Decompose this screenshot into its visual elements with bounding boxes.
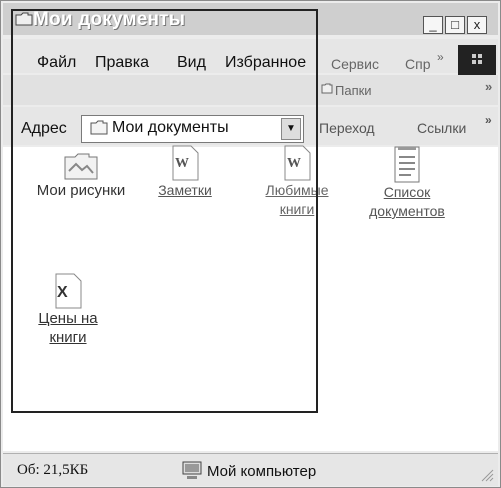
file-label: Список документов	[369, 184, 445, 219]
file-label: Мои рисунки	[36, 182, 126, 199]
file-item-notes[interactable]: W Заметки	[145, 145, 225, 200]
address-field[interactable]: Мои документы ▼	[81, 115, 304, 143]
file-item-my-pictures[interactable]: Мои рисунки	[21, 151, 141, 200]
menu-edit[interactable]: Правка	[95, 54, 149, 72]
file-item-favorite-books[interactable]: W Любимые книги	[255, 145, 339, 219]
status-bar: Об: 21,5КБ Мой компьютер	[3, 453, 498, 486]
address-dropdown-button[interactable]: ▼	[281, 118, 301, 140]
folders-icon	[321, 83, 333, 94]
address-bar: Адрес Мои документы ▼ Переход Ссылки »	[3, 107, 498, 145]
minimize-button[interactable]: _	[423, 16, 443, 34]
svg-text:W: W	[175, 156, 189, 171]
resize-grip-icon[interactable]	[480, 468, 494, 482]
status-size: Об: 21,5КБ	[17, 462, 89, 478]
file-label: Любимые книги	[265, 182, 329, 217]
links-button[interactable]: Ссылки	[417, 120, 466, 136]
folder-icon	[15, 12, 33, 26]
close-button[interactable]: x	[467, 16, 487, 34]
menu-file[interactable]: Файл	[37, 54, 76, 72]
status-location: Мой компьютер	[179, 460, 329, 482]
address-label: Адрес	[21, 120, 67, 137]
maximize-button[interactable]: □	[445, 16, 465, 34]
file-item-book-prices[interactable]: X Цены на книги	[23, 273, 113, 347]
menu-favorites[interactable]: Избранное	[225, 54, 306, 72]
excel-document-icon: X	[55, 273, 82, 309]
links-overflow-chevron[interactable]: »	[485, 113, 492, 127]
explorer-window: Мои документы _ □ x Файл Правка Вид Избр…	[0, 0, 501, 488]
word-document-icon: W	[172, 145, 199, 181]
file-label: Цены на книги	[38, 310, 98, 346]
text-document-icon	[394, 146, 420, 183]
folders-button[interactable]: Папки	[335, 83, 372, 98]
menu-overflow-chevron[interactable]: »	[437, 50, 444, 64]
file-list-pane: Мои рисунки W Заметки W Любимые книги Сп…	[3, 145, 498, 451]
windows-logo-icon	[458, 45, 496, 75]
menu-tools[interactable]: Сервис	[331, 56, 379, 72]
go-button[interactable]: Переход	[319, 120, 375, 136]
standard-toolbar: Папки »	[3, 75, 498, 105]
address-value: Мои документы	[112, 119, 229, 136]
toolbar-overflow-chevron[interactable]: »	[485, 79, 492, 94]
title-bar[interactable]: Мои документы _ □ x	[3, 3, 498, 35]
svg-text:X: X	[57, 284, 68, 301]
svg-text:W: W	[287, 156, 301, 171]
folder-icon	[90, 120, 108, 135]
window-title: Мои документы	[33, 9, 186, 30]
my-computer-icon	[182, 461, 202, 479]
menu-help[interactable]: Спр	[405, 56, 430, 72]
folder-pictures-icon	[64, 153, 98, 180]
file-label: Заметки	[158, 182, 212, 198]
file-item-documents-list[interactable]: Список документов	[357, 145, 457, 221]
menu-bar: Файл Правка Вид Избранное Сервис Спр »	[3, 39, 498, 75]
word-document-icon: W	[284, 145, 311, 181]
status-location-label: Мой компьютер	[207, 463, 317, 480]
menu-view[interactable]: Вид	[177, 54, 206, 72]
